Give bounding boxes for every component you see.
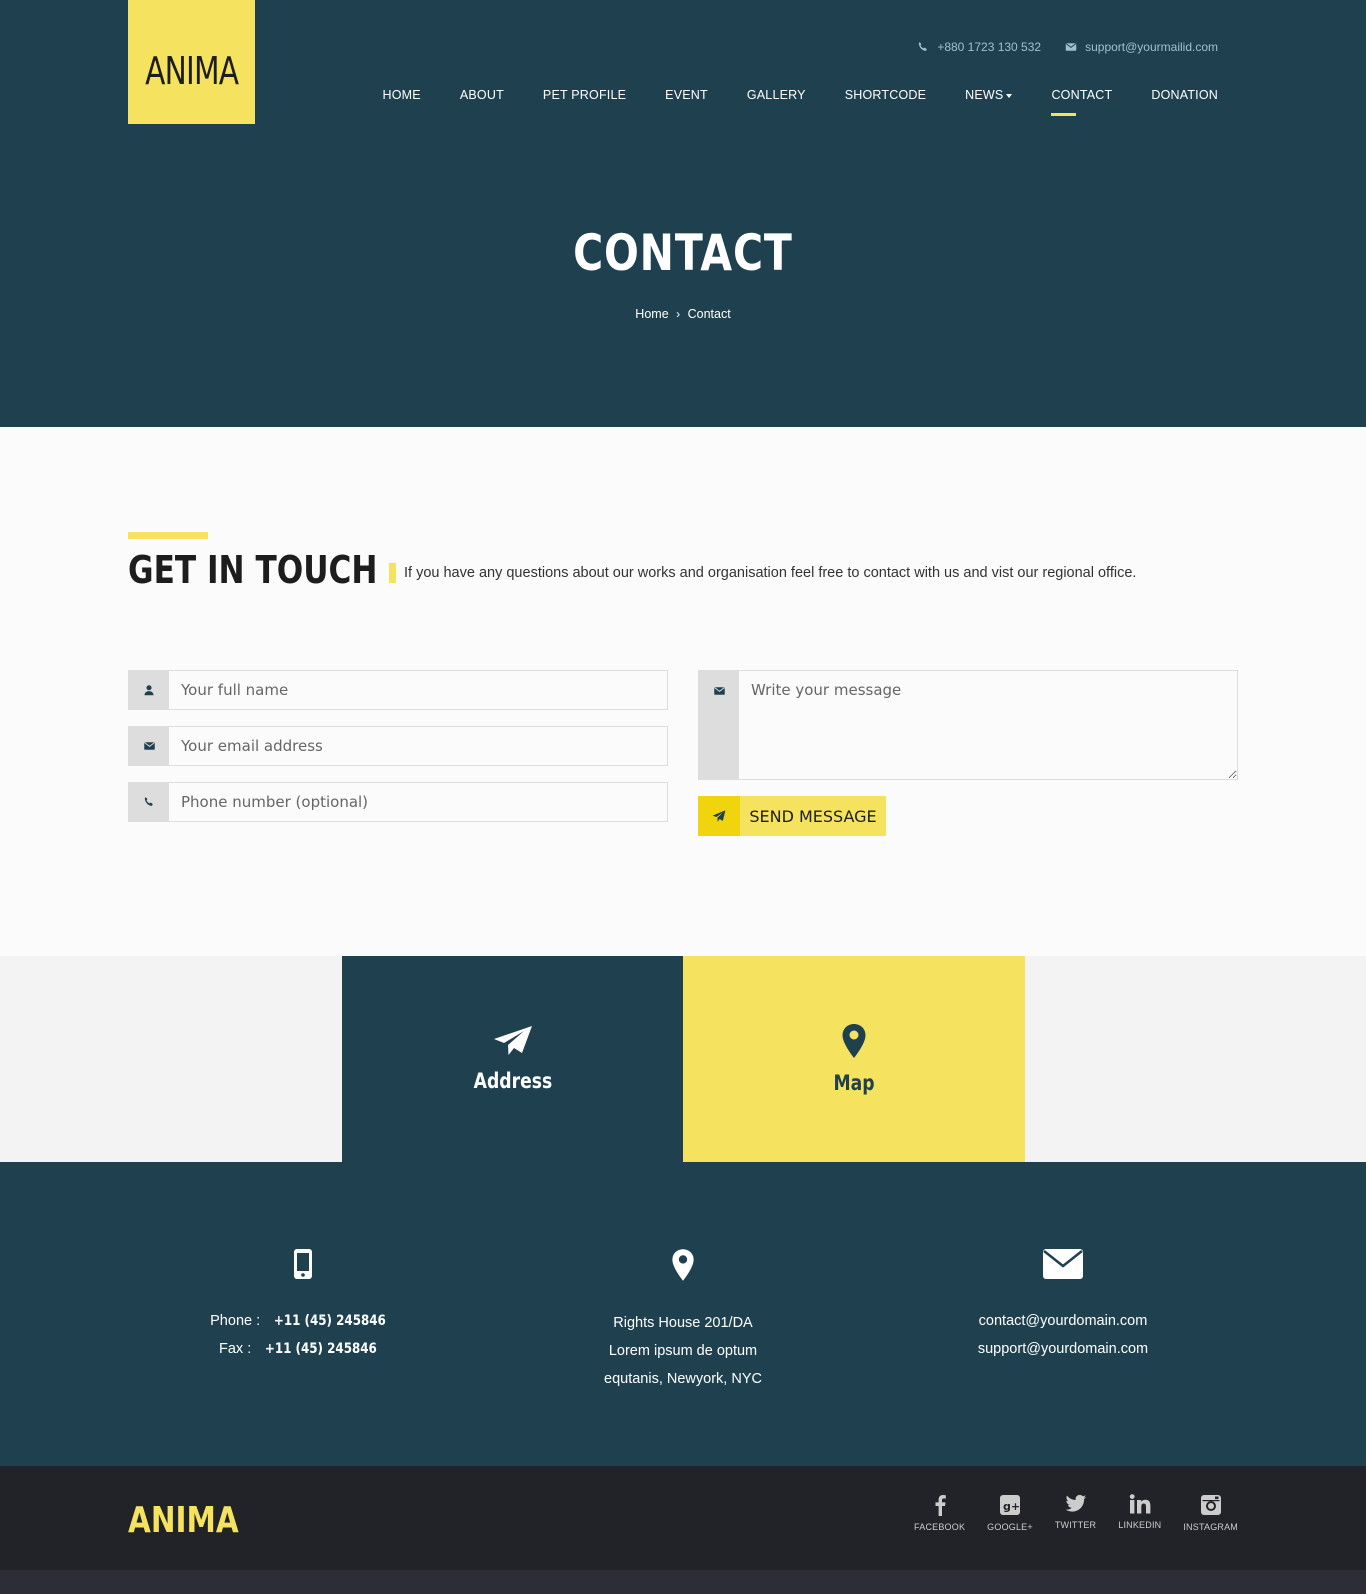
- nav-shortcode[interactable]: SHORTCODE: [845, 88, 926, 116]
- facebook-icon: [935, 1495, 946, 1516]
- logo-text: ANIMA: [144, 49, 239, 93]
- address-line-1: Rights House 201/DA: [613, 1315, 753, 1331]
- envelope-icon: [129, 727, 169, 765]
- user-icon: [129, 671, 169, 709]
- address-line-3: equtanis, Newyork, NYC: [604, 1371, 762, 1387]
- name-field: [128, 670, 668, 710]
- description-text: If you have any questions about our work…: [404, 565, 1137, 581]
- nav-contact[interactable]: CONTACT: [1051, 88, 1112, 116]
- section-description: If you have any questions about our work…: [389, 563, 1136, 583]
- breadcrumb-home[interactable]: Home: [635, 307, 668, 321]
- breadcrumb-current: Contact: [687, 307, 731, 321]
- social-linkedin[interactable]: LINKEDIN: [1118, 1494, 1161, 1532]
- google-plus-icon: g+: [1000, 1495, 1020, 1515]
- breadcrumb-separator: ›: [676, 307, 681, 321]
- svg-text:g+: g+: [1003, 1500, 1020, 1513]
- page: ANIMA +880 1723 130 532 support@yourmail…: [0, 0, 1366, 1594]
- nav-news[interactable]: NEWS: [965, 88, 1013, 116]
- top-contact-info: +880 1723 130 532 support@yourmailid.com: [917, 40, 1218, 54]
- twitter-label: TWITTER: [1054, 1520, 1097, 1530]
- phone-line: Phone : +11 (45) 245846: [133, 1307, 473, 1335]
- contact-info-section: Phone : +11 (45) 245846 Fax : +11 (45) 2…: [0, 1162, 1366, 1466]
- bottom-bar: [0, 1570, 1366, 1594]
- social-facebook[interactable]: FACEBOOK: [914, 1494, 965, 1532]
- linkedin-label: LINKEDIN: [1118, 1520, 1162, 1530]
- description-marker: [389, 563, 396, 583]
- nav-about[interactable]: ABOUT: [460, 88, 504, 116]
- tab-address-label: Address: [473, 1069, 553, 1093]
- footer-logo[interactable]: ANIMA: [128, 1500, 239, 1541]
- site-logo[interactable]: ANIMA: [128, 0, 255, 124]
- page-title-text: CONTACT: [573, 224, 793, 282]
- nav-gallery[interactable]: GALLERY: [747, 88, 806, 116]
- email-field: [128, 726, 668, 766]
- send-message-label: SEND MESSAGE: [749, 806, 877, 826]
- top-phone-text: +880 1723 130 532: [937, 40, 1042, 54]
- paper-plane-icon: [698, 796, 740, 836]
- envelope-icon: [699, 671, 739, 779]
- section-title: GET IN TOUCH: [128, 548, 378, 592]
- social-twitter[interactable]: TWITTER: [1055, 1494, 1096, 1532]
- map-pin-icon: [842, 1024, 866, 1058]
- breadcrumb: Home › Contact: [0, 307, 1366, 321]
- top-phone: +880 1723 130 532: [917, 40, 1041, 54]
- fax-line: Fax : +11 (45) 245846: [133, 1335, 473, 1363]
- main-nav: HOME ABOUT PET PROFILE EVENT GALLERY SHO…: [344, 88, 1218, 116]
- envelope-icon: [1043, 1249, 1083, 1279]
- message-input[interactable]: [739, 671, 1237, 779]
- contact-phone-column: Phone : +11 (45) 245846 Fax : +11 (45) 2…: [133, 1248, 473, 1363]
- mobile-phone-icon: [294, 1249, 312, 1279]
- tab-map-label: Map: [833, 1071, 875, 1095]
- tab-address[interactable]: Address: [342, 956, 684, 1162]
- address-line-2: Lorem ipsum de optum: [608, 1343, 758, 1359]
- name-input[interactable]: [169, 671, 667, 709]
- phone-icon: [919, 42, 928, 51]
- nav-event[interactable]: EVENT: [665, 88, 708, 116]
- fax-label: Fax :: [219, 1341, 256, 1357]
- tab-map[interactable]: Map: [683, 956, 1025, 1162]
- social-links: FACEBOOK g+ GOOGLE+ TWITTER LINKEDIN INS…: [914, 1494, 1238, 1532]
- nav-donation[interactable]: DONATION: [1151, 88, 1218, 116]
- nav-pet-profile[interactable]: PET PROFILE: [543, 88, 626, 116]
- paper-plane-icon: [494, 1026, 532, 1055]
- email-2[interactable]: support@yourdomain.com: [893, 1335, 1233, 1363]
- hero-header: ANIMA +880 1723 130 532 support@yourmail…: [0, 0, 1366, 427]
- google-plus-label: GOOGLE+: [987, 1522, 1033, 1532]
- message-field: [698, 670, 1238, 780]
- phone-number[interactable]: +11 (45) 245846: [274, 1307, 386, 1335]
- social-instagram[interactable]: INSTAGRAM: [1183, 1494, 1238, 1532]
- instagram-label: INSTAGRAM: [1183, 1522, 1238, 1532]
- email-1[interactable]: contact@yourdomain.com: [893, 1307, 1233, 1335]
- phone-label: Phone :: [210, 1313, 265, 1329]
- fax-number: +11 (45) 245846: [265, 1341, 378, 1357]
- linkedin-icon: [1129, 1494, 1151, 1514]
- phone-field: [128, 782, 668, 822]
- phone-input[interactable]: [169, 783, 667, 821]
- facebook-label: FACEBOOK: [914, 1522, 966, 1532]
- envelope-icon: [1065, 43, 1077, 51]
- phone-icon: [129, 783, 169, 821]
- map-pin-icon: [672, 1249, 694, 1281]
- contact-email-column: contact@yourdomain.com support@yourdomai…: [893, 1248, 1233, 1363]
- nav-home[interactable]: HOME: [383, 88, 421, 116]
- nav-news-label: NEWS: [965, 88, 1004, 102]
- instagram-icon: [1200, 1495, 1221, 1515]
- social-google-plus[interactable]: g+ GOOGLE+: [987, 1494, 1033, 1532]
- footer: ANIMA FACEBOOK g+ GOOGLE+ TWITTER LINKED…: [0, 1466, 1366, 1570]
- chevron-down-icon: [1006, 93, 1013, 98]
- section-accent-bar: [128, 532, 208, 539]
- top-email[interactable]: support@yourmailid.com: [1065, 40, 1218, 54]
- top-email-text: support@yourmailid.com: [1085, 40, 1218, 54]
- email-input[interactable]: [169, 727, 667, 765]
- page-title: CONTACT: [0, 224, 1366, 282]
- twitter-icon: [1065, 1494, 1086, 1512]
- contact-address-column: Rights House 201/DA Lorem ipsum de optum…: [513, 1248, 853, 1393]
- send-message-button[interactable]: SEND MESSAGE: [698, 796, 886, 836]
